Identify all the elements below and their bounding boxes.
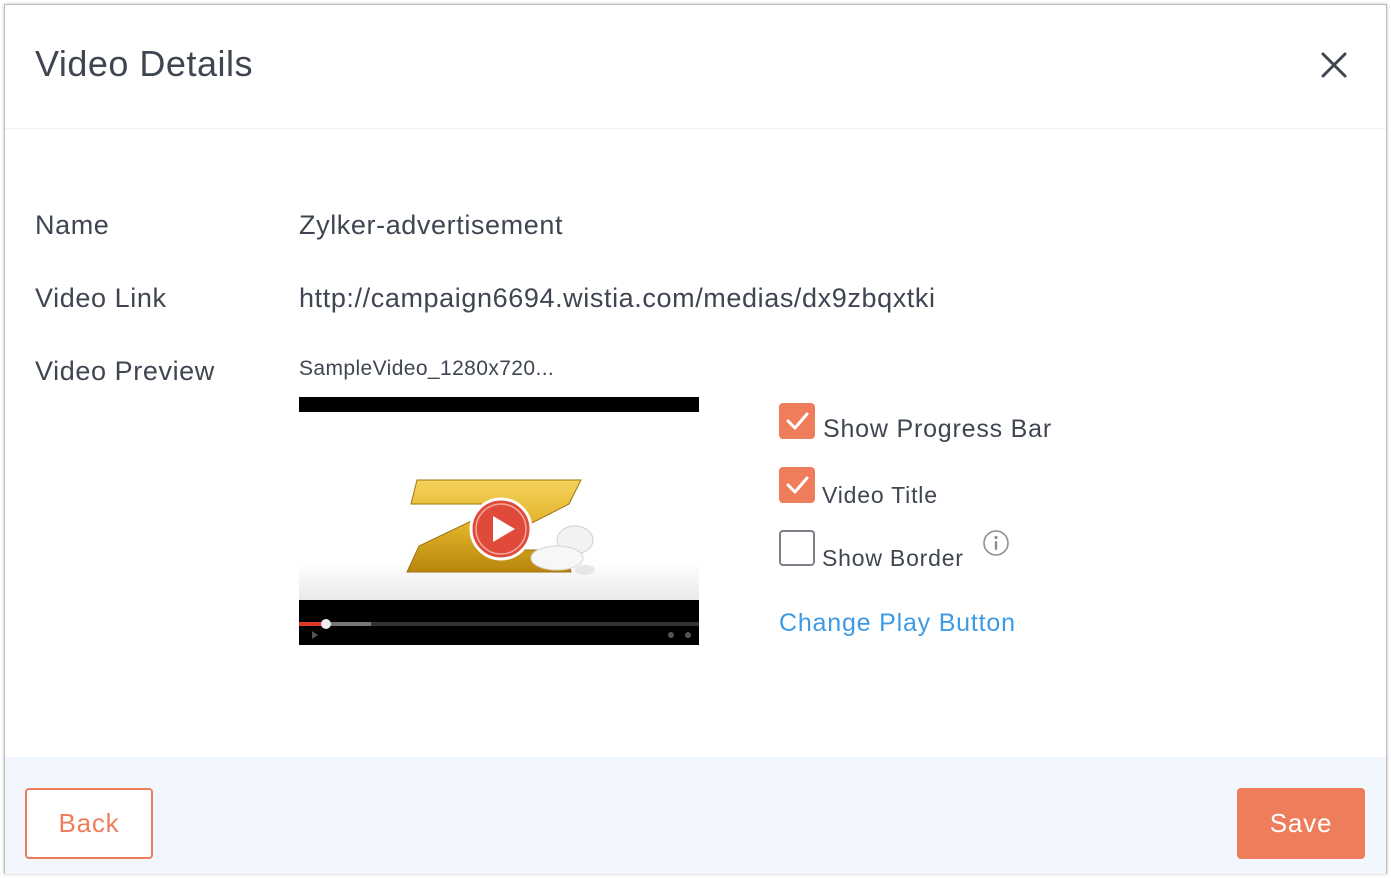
show-progress-bar-option[interactable]: Show Progress Bar <box>779 397 1052 444</box>
video-preview-label: Video Preview <box>35 356 215 386</box>
show-progress-bar-checkbox[interactable] <box>779 402 815 439</box>
player-top-bar <box>299 397 699 412</box>
info-icon <box>983 530 1009 556</box>
video-link-label: Video Link <box>35 283 167 313</box>
name-label: Name <box>35 210 110 240</box>
check-icon <box>786 476 809 493</box>
show-border-info[interactable] <box>982 529 1010 557</box>
check-icon <box>786 412 809 429</box>
video-preview-player[interactable] <box>299 397 699 645</box>
show-border-option[interactable]: Show Border <box>779 523 964 572</box>
close-icon <box>1321 52 1347 78</box>
save-button[interactable]: Save <box>1237 788 1365 859</box>
video-title-label: Video Title <box>822 482 938 508</box>
video-thumbnail <box>299 412 699 600</box>
show-progress-bar-label: Show Progress Bar <box>823 415 1052 443</box>
player-controls <box>299 600 699 645</box>
video-link-value: http://campaign6694.wistia.com/medias/dx… <box>299 283 936 313</box>
show-border-label: Show Border <box>822 545 964 571</box>
dialog-footer: Back Save <box>5 757 1386 874</box>
video-details-dialog: Video Details Name Zylker-advertisement … <box>4 4 1387 874</box>
video-filename: SampleVideo_1280x720... <box>299 357 555 380</box>
back-button[interactable]: Back <box>25 788 153 859</box>
change-play-button-link[interactable]: Change Play Button <box>779 609 1016 638</box>
dialog-title: Video Details <box>35 43 253 84</box>
play-icon[interactable] <box>469 497 533 561</box>
video-title-checkbox[interactable] <box>779 466 815 503</box>
video-title-option[interactable]: Video Title <box>779 460 938 509</box>
show-border-checkbox[interactable] <box>779 529 815 566</box>
dialog-header: Video Details <box>5 5 1386 129</box>
name-value: Zylker-advertisement <box>299 210 564 240</box>
close-button[interactable] <box>1314 45 1354 85</box>
